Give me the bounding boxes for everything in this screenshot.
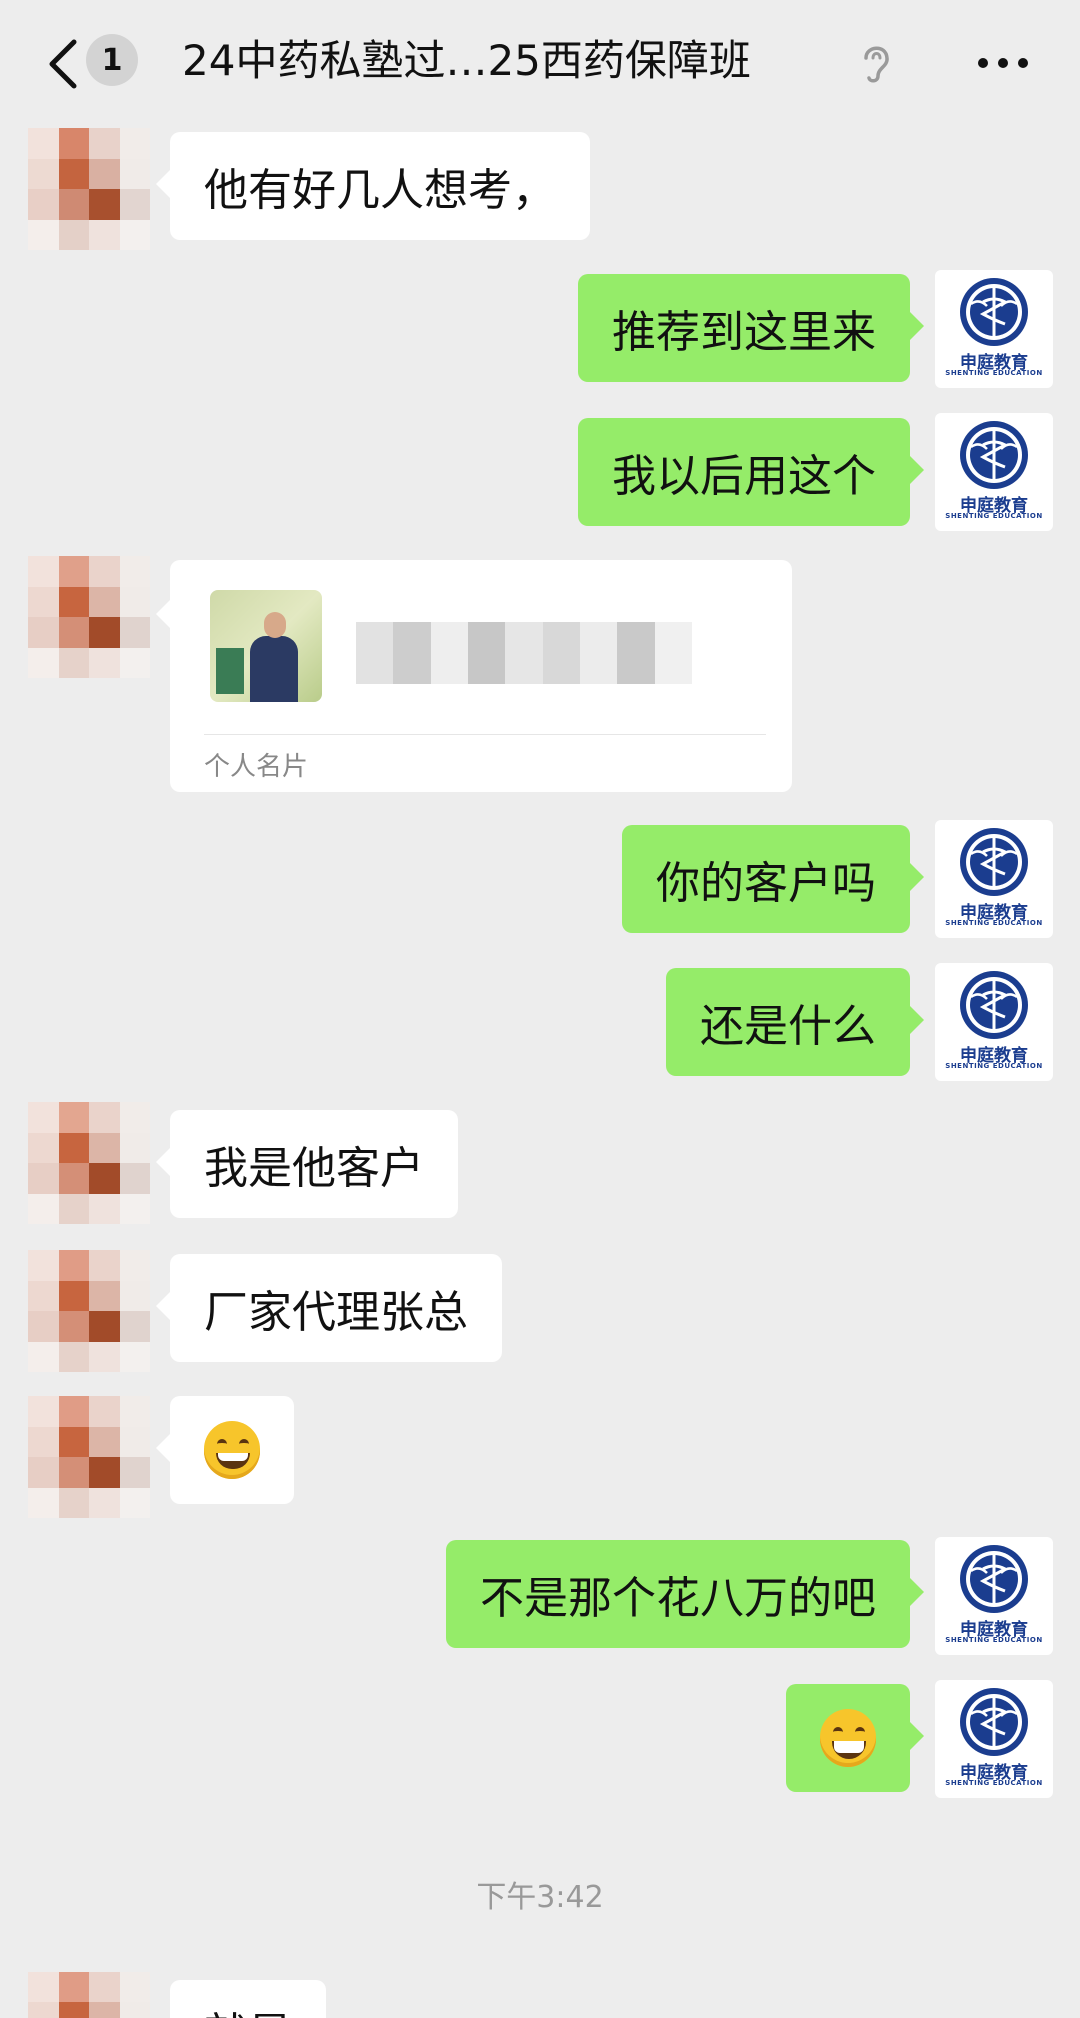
unread-count-badge[interactable]: 1 — [86, 34, 138, 86]
brand-english: SHENTING EDUCATION — [945, 512, 1043, 520]
caduceus-logo-icon — [960, 421, 1028, 489]
message-bubble-outgoing[interactable]: 不是那个花八万的吧 — [446, 1540, 924, 1648]
message-text: 就是 — [204, 1998, 292, 2018]
caduceus-logo-icon — [960, 828, 1028, 896]
brand-english: SHENTING EDUCATION — [945, 369, 1043, 377]
avatar-shenting-logo[interactable]: 申庭教育 SHENTING EDUCATION — [935, 413, 1053, 531]
avatar-blurred[interactable] — [28, 1102, 150, 1224]
message-text: 还是什么 — [700, 1001, 876, 1052]
avatar-blurred[interactable] — [28, 128, 150, 250]
brand-english: SHENTING EDUCATION — [945, 1636, 1043, 1644]
message-text: 他有好几人想考， — [204, 165, 556, 216]
contact-card-photo — [210, 590, 322, 702]
avatar-shenting-logo[interactable]: 申庭教育 SHENTING EDUCATION — [935, 963, 1053, 1081]
contact-card-label: 个人名片 — [204, 752, 309, 782]
message-text: 我是他客户 — [204, 1143, 424, 1194]
message-text: 不是那个花八万的吧 — [480, 1573, 876, 1624]
avatar-shenting-logo[interactable]: 申庭教育 SHENTING EDUCATION — [935, 820, 1053, 938]
message-bubble-incoming[interactable] — [156, 1396, 294, 1504]
ear-icon[interactable] — [858, 40, 894, 84]
smile-emoji-icon — [204, 1421, 260, 1479]
caduceus-logo-icon — [960, 1545, 1028, 1613]
message-bubble-outgoing[interactable]: 你的客户吗 — [622, 825, 924, 933]
avatar-blurred[interactable] — [28, 1250, 150, 1372]
message-text: 我以后用这个 — [612, 451, 876, 502]
contact-card[interactable]: 个人名片 — [156, 560, 792, 792]
message-bubble-outgoing[interactable]: 我以后用这个 — [578, 418, 924, 526]
message-text: 厂家代理张总 — [204, 1287, 468, 1338]
contact-name-blurred — [356, 622, 692, 684]
message-bubble-incoming[interactable]: 就是 — [170, 1980, 326, 2018]
avatar-blurred[interactable] — [28, 556, 150, 678]
message-bubble-incoming[interactable]: 他有好几人想考， — [156, 132, 590, 240]
avatar-blurred[interactable] — [28, 1396, 150, 1518]
more-icon[interactable] — [978, 58, 1028, 70]
avatar-blurred[interactable] — [28, 1972, 150, 2018]
message-bubble-outgoing[interactable] — [786, 1684, 924, 1792]
brand-english: SHENTING EDUCATION — [945, 919, 1043, 927]
avatar-shenting-logo[interactable]: 申庭教育 SHENTING EDUCATION — [935, 270, 1053, 388]
avatar-shenting-logo[interactable]: 申庭教育 SHENTING EDUCATION — [935, 1680, 1053, 1798]
message-bubble-outgoing[interactable]: 还是什么 — [666, 968, 924, 1076]
message-bubble-incoming[interactable]: 厂家代理张总 — [156, 1254, 502, 1362]
brand-english: SHENTING EDUCATION — [945, 1062, 1043, 1070]
caduceus-logo-icon — [960, 278, 1028, 346]
caduceus-logo-icon — [960, 971, 1028, 1039]
chat-header: 1 24中药私塾过…25西药保障班 — [0, 0, 1080, 124]
brand-english: SHENTING EDUCATION — [945, 1779, 1043, 1787]
chat-title[interactable]: 24中药私塾过…25西药保障班 — [182, 30, 822, 92]
message-bubble-outgoing[interactable]: 推荐到这里来 — [578, 274, 924, 382]
message-text: 你的客户吗 — [656, 858, 876, 909]
caduceus-logo-icon — [960, 1688, 1028, 1756]
chevron-left-icon[interactable] — [42, 34, 86, 94]
avatar-shenting-logo[interactable]: 申庭教育 SHENTING EDUCATION — [935, 1537, 1053, 1655]
grin-emoji-icon — [820, 1709, 876, 1767]
message-timestamp: 下午3:42 — [476, 1880, 604, 1915]
message-bubble-incoming[interactable]: 我是他客户 — [156, 1110, 458, 1218]
message-text: 推荐到这里来 — [612, 307, 876, 358]
divider — [204, 734, 766, 735]
